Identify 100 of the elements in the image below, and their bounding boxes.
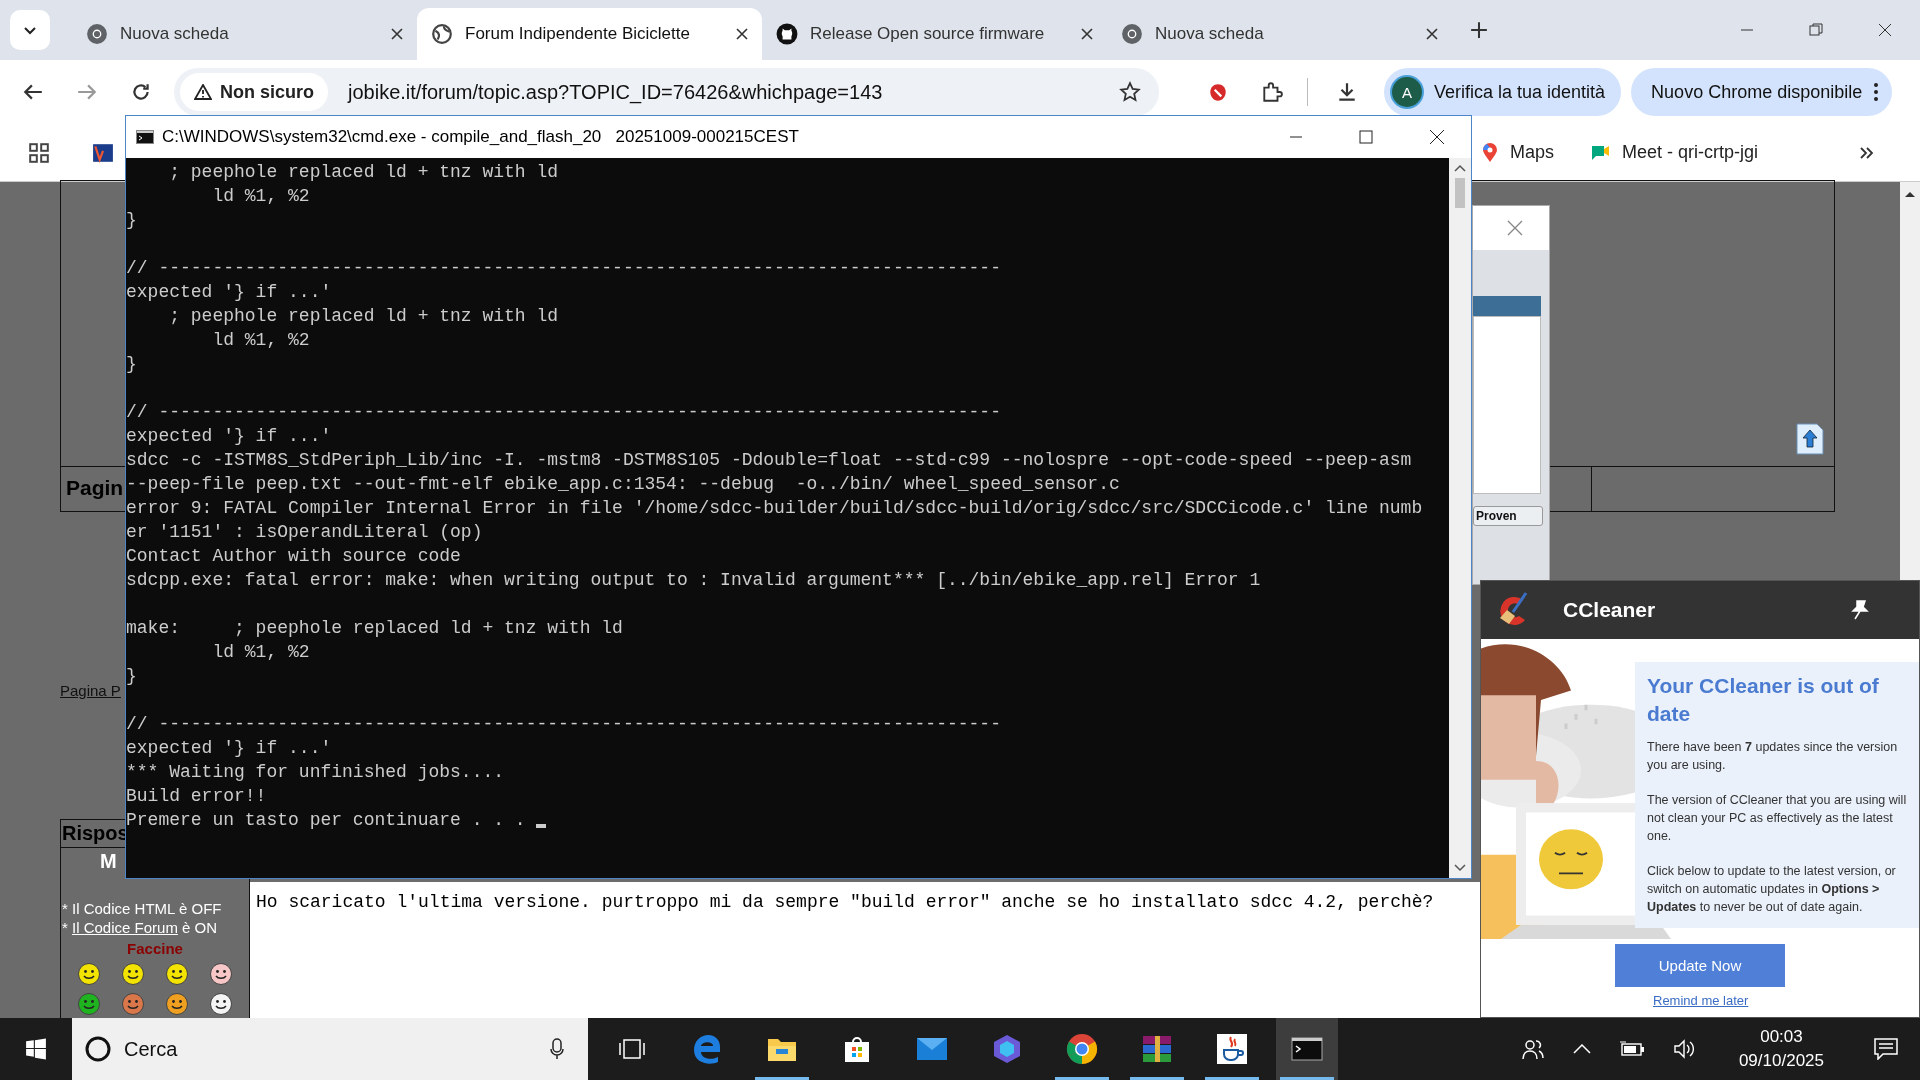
bookmark-item[interactable]: Meet - qri-crtp-jgi (1589, 142, 1758, 163)
remind-later-link[interactable]: Remind me later (1653, 993, 1749, 1008)
shopping-bag-icon (843, 1035, 871, 1063)
forum-code-note: * Il Codice Forum è ON (62, 918, 218, 937)
console-line: sdcpp.exe: fatal error: make: when writing output to : Invalid argument*** [../bin/ebike_app.rel] Error 1 (126, 569, 1261, 592)
restore-icon[interactable] (1809, 23, 1823, 37)
address-bar[interactable]: Non sicuro jobike.it/forum/topic.asp?TOPIC_ID=76426&whichpage=143 (174, 68, 1159, 116)
close-icon[interactable] (1081, 28, 1093, 40)
close-icon[interactable] (1426, 28, 1438, 40)
notification-icon[interactable] (1874, 1038, 1898, 1060)
reload-icon[interactable] (130, 81, 152, 103)
new-tab-icon[interactable] (1470, 21, 1488, 39)
console-line: error 9: FATAL Compiler Internal Error in file '/home/sdcc-builder/build/sdcc-build/orig/sdcc/src/SDCCicode.c' line numb (126, 497, 1423, 520)
apps-grid-icon[interactable] (28, 141, 50, 164)
smiley-icon[interactable] (121, 962, 145, 986)
battery-icon[interactable] (1618, 1041, 1645, 1057)
update-now-button[interactable]: Update Now (1615, 944, 1785, 987)
speaker-icon[interactable] (1672, 1039, 1697, 1059)
console-scrollbar[interactable] (1449, 158, 1471, 878)
microphone-icon[interactable] (550, 1038, 564, 1060)
console-line: expected '} if ...' (126, 425, 332, 448)
console-line: Contact Author with source code (126, 545, 461, 568)
window-title: C:\WINDOWS\system32\cmd.exe - compile_and_flash_20 20251009-000215CEST (162, 127, 799, 147)
terminal-icon (136, 130, 154, 144)
smiley-icon[interactable] (209, 992, 233, 1016)
taskbar-app[interactable] (1276, 1018, 1338, 1080)
cat-silhouette-icon (776, 23, 798, 45)
console-line: --peep-file peep.txt --out-fmt-elf ebike_app.c:1354: --debug -o../bin/ wheel_speed_sensor.c (126, 473, 1120, 496)
reply-text-area[interactable]: Ho scaricato l'ultima versione. purtroppo mi da sempre "build error" anche se ho installato sdcc 4.2, perchè? (250, 882, 1480, 1018)
scroll-up-icon[interactable] (1454, 164, 1466, 172)
chevron-up-icon[interactable] (1572, 1044, 1591, 1054)
console-line: } (126, 209, 137, 232)
close-icon[interactable] (1878, 23, 1892, 37)
pin-icon[interactable] (1851, 600, 1869, 620)
forum-code-note: * Il Codice HTML è OFF (62, 899, 222, 918)
mail-icon (916, 1037, 948, 1061)
console-line: Premere un tasto per continuare . . . (126, 808, 547, 832)
folder-icon (767, 1036, 797, 1062)
globe-icon (431, 23, 453, 45)
dialog-button[interactable]: Proven (1473, 506, 1543, 526)
smiley-icon[interactable] (77, 992, 101, 1016)
close-icon[interactable] (391, 28, 403, 40)
console-line: Build error!! (126, 785, 267, 808)
console-line: } (126, 353, 137, 376)
clock[interactable]: 00:03 09/10/2025 (1738, 1025, 1824, 1073)
hexagon-logo-icon (992, 1034, 1022, 1064)
scroll-down-icon[interactable] (1454, 864, 1466, 872)
people-icon[interactable] (1520, 1038, 1545, 1060)
bookmark-item[interactable]: Maps (1481, 142, 1554, 163)
console-line: make: ; peephole replaced ld + tnz with ld (126, 617, 623, 640)
scroll-thumb[interactable] (1455, 178, 1465, 208)
maximize-icon[interactable] (1359, 130, 1373, 144)
notice-heading: Your CCleaner is out of date (1647, 673, 1880, 727)
console-line: er '1151' : isOperandLiteral (op) (126, 521, 483, 544)
video-chat-icon (1589, 143, 1610, 162)
bookmark-favicon-icon[interactable] (92, 141, 114, 164)
scroll-up-icon[interactable] (1904, 190, 1916, 198)
security-chip[interactable]: Non sicuro (180, 73, 328, 111)
task-view-icon (618, 1038, 646, 1060)
notice-text: The version of CCleaner that you are using will not clean your PC as effectively as the latest one. (1647, 792, 1908, 845)
search-input[interactable]: Cerca (122, 1036, 540, 1062)
console-line: ld %1, %2 (211, 185, 310, 208)
browser-tab[interactable]: Nuova scheda (72, 8, 417, 60)
page-link[interactable]: Pagina P (60, 682, 121, 699)
smiley-icon[interactable] (165, 962, 189, 986)
console-line: expected '} if ...' (126, 281, 332, 304)
warning-icon (194, 84, 212, 100)
map-pin-icon (1481, 142, 1498, 163)
browser-tab[interactable]: Forum Indipendente Biciclette (417, 8, 762, 60)
chrome-icon (1121, 23, 1143, 45)
smiley-icon[interactable] (209, 962, 233, 986)
console-line: sdcc -c -ISTM8S_StdPeriph_Lib/inc -I. -mstm8 -DSTM8S105 -Ddouble=float --std-c99 --nolospre --opt-code-speed --peep-asm (126, 449, 1412, 472)
search-ring-icon (84, 1035, 112, 1063)
update-button[interactable]: Nuovo Chrome disponibile (1631, 68, 1893, 116)
browser-tab[interactable]: Release Open source firmware (762, 8, 1107, 60)
star-icon[interactable] (1119, 81, 1141, 103)
more-bookmarks-icon[interactable] (1858, 144, 1874, 161)
console-line: ; peephole replaced ld + tnz with ld (168, 305, 559, 328)
profile-avatar: A (1392, 77, 1422, 107)
start-icon[interactable] (25, 1038, 47, 1060)
extension-icon[interactable] (1207, 81, 1229, 103)
app-name: CCleaner (1563, 598, 1656, 622)
reply-subheading: M (100, 850, 117, 873)
close-icon[interactable] (1429, 129, 1445, 145)
smiley-icon[interactable] (165, 992, 189, 1016)
smiley-icon[interactable] (77, 962, 101, 986)
coffee-cup-icon (1216, 1033, 1248, 1065)
console-line: ld %1, %2 (211, 329, 310, 352)
taskbar-search-bar[interactable]: Cerca (72, 1018, 588, 1080)
upload-icon[interactable] (1795, 422, 1825, 456)
puzzle-icon[interactable] (1261, 81, 1283, 103)
profile-button[interactable]: A Verifica la tua identità (1384, 68, 1622, 116)
browser-tab[interactable]: Nuova scheda (1107, 8, 1452, 60)
smiley-icon[interactable] (121, 992, 145, 1016)
console-line: ld %1, %2 (211, 641, 310, 664)
forum-code-link[interactable]: Il Codice Forum (72, 919, 178, 936)
download-icon[interactable] (1336, 81, 1358, 103)
console-line: } (126, 665, 137, 688)
close-icon[interactable] (736, 28, 748, 40)
page-heading: Pagin (66, 476, 124, 500)
